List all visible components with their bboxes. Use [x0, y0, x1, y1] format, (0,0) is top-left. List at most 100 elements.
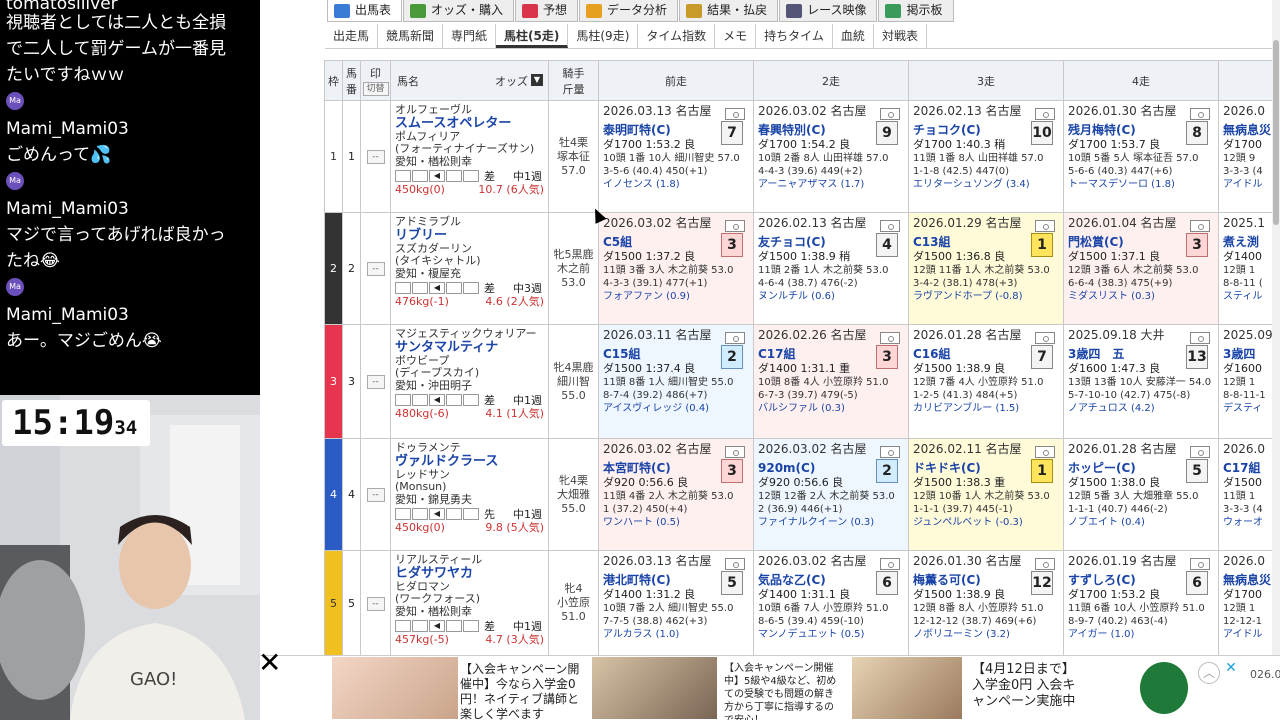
close-ad-icon[interactable]: ✕ [258, 649, 281, 677]
style-box[interactable] [395, 394, 411, 406]
jockey-name-link[interactable]: 木之前 [550, 262, 598, 276]
subtab-5[interactable]: タイム指数 [638, 24, 716, 48]
running-style-selector[interactable]: ◀ 先 中1週 [395, 507, 544, 521]
tab-chat[interactable]: 掲示板 [878, 0, 954, 22]
style-box[interactable] [446, 620, 462, 632]
ad-image-1[interactable] [332, 657, 458, 719]
race-video-icon[interactable] [725, 220, 745, 232]
race-video-icon[interactable] [1190, 446, 1210, 458]
past-race-winner[interactable]: フォアファン (0.9) [603, 290, 749, 303]
scrollbar-thumb[interactable] [1273, 40, 1279, 225]
past-race-cell[interactable]: 2026.03.02 名古屋 春興特別(C) 9 ダ1700 1:54.2 良 … [753, 100, 909, 213]
style-box[interactable] [446, 508, 462, 520]
past-race-winner[interactable]: マンノデュエット (0.5) [758, 628, 904, 641]
left-arrow-icon[interactable]: ◀ [429, 170, 445, 182]
style-box[interactable] [446, 282, 462, 294]
ad-image-2[interactable] [592, 657, 717, 719]
trainer-name[interactable]: 愛知・錦見勇夫 [395, 493, 544, 506]
jockey-name-link[interactable]: 細川智 [550, 375, 598, 389]
past-race-cell[interactable]: 2026.0 C17組 ダ1500 11頭 1 3-3-3 (4 ウォーオ [1218, 438, 1280, 551]
mark-toggle-button[interactable]: 切替 [362, 82, 389, 96]
subtab-2[interactable]: 専門紙 [443, 24, 497, 48]
ad-text-3[interactable]: 【4月12日まで】入学金0円 入会キャンペーン実施中 [972, 662, 1080, 710]
past-race-cell[interactable]: 2026.03.13 名古屋 港北町特(C) 5 ダ1400 1:31.2 良 … [598, 550, 754, 656]
past-race-winner[interactable]: ノアチュロス (4.2) [1068, 402, 1214, 415]
past-race-cell[interactable]: 2026.0 無病息災 ダ1700 12頭 9 3-3-3 (4 アイドル [1218, 100, 1280, 213]
subtab-3[interactable]: 馬柱(5走) [496, 24, 569, 48]
subtab-7[interactable]: 持ちタイム [756, 24, 833, 48]
race-video-icon[interactable] [1035, 446, 1055, 458]
ad-collapse-icon[interactable]: ︿ [1198, 662, 1220, 684]
trainer-name[interactable]: 愛知・楢松則幸 [395, 155, 544, 168]
past-race-cell[interactable]: 2026.01.29 名古屋 C13組 1 ダ1500 1:36.8 良 12頭… [908, 212, 1064, 325]
running-style-selector[interactable]: ◀ 差 中3週 [395, 281, 544, 295]
mark-select-button[interactable]: -- [366, 375, 385, 389]
past-race-cell[interactable]: 2026.01.28 名古屋 C16組 7 ダ1500 1:38.9 良 12頭… [908, 324, 1064, 439]
past-race-cell[interactable]: 2026.01.30 名古屋 梅薫る可(C) 12 ダ1500 1:38.9 良… [908, 550, 1064, 656]
past-race-cell[interactable]: 2025.09 3歳四 ダ1600 12頭 1 8-8-11-1 デスティ [1218, 324, 1280, 439]
horse-name-link[interactable]: ヒダサワヤカ [395, 566, 544, 581]
running-style-selector[interactable]: ◀ 差 中1週 [395, 393, 544, 407]
left-arrow-icon[interactable]: ◀ [429, 620, 445, 632]
race-video-icon[interactable] [725, 446, 745, 458]
race-video-icon[interactable] [880, 220, 900, 232]
race-video-icon[interactable] [1190, 332, 1210, 344]
ad-image-3[interactable] [852, 657, 962, 719]
style-box[interactable] [463, 620, 479, 632]
past-race-cell[interactable]: 2026.03.02 名古屋 本宮町特(C) 3 ダ920 0:56.6 良 1… [598, 438, 754, 551]
tab-video[interactable]: レース映像 [779, 0, 878, 22]
tab-coin[interactable]: 結果・払戻 [679, 0, 779, 22]
ad-text-2[interactable]: 【入会キャンペーン開催中】5級や4級など、初めての受験でも問題の解き方から丁寧に… [724, 662, 839, 720]
past-race-cell[interactable]: 2026.01.28 名古屋 ホッピー(C) 5 ダ1500 1:38.0 良 … [1063, 438, 1219, 551]
race-video-icon[interactable] [880, 446, 900, 458]
past-race-cell[interactable]: 2025.09.18 大井 3歳四 五 13 ダ1600 1:47.3 良 13… [1063, 324, 1219, 439]
jockey-name-link[interactable]: 塚本征 [550, 150, 598, 164]
subtab-6[interactable]: メモ [715, 24, 757, 48]
tab-table[interactable]: 出馬表 [327, 0, 403, 22]
subtab-0[interactable]: 出走馬 [325, 24, 379, 48]
past-race-cell[interactable]: 2026.01.04 名古屋 門松賞(C) 3 ダ1500 1:37.1 良 1… [1063, 212, 1219, 325]
mark-select-button[interactable]: -- [366, 150, 385, 164]
chat-avatar-icon[interactable]: Ma [6, 172, 24, 190]
subtab-4[interactable]: 馬柱(9走) [568, 24, 639, 48]
style-box[interactable] [446, 394, 462, 406]
past-race-winner[interactable]: ノブエイト (0.4) [1068, 516, 1214, 529]
style-box[interactable] [412, 170, 428, 182]
past-race-winner[interactable]: イノセンス (1.8) [603, 178, 749, 191]
past-race-winner[interactable]: トーマスデソーロ (1.8) [1068, 178, 1214, 191]
past-race-winner[interactable]: アイスヴィレッジ (0.4) [603, 402, 749, 415]
horse-name-link[interactable]: ヴァルドクラース [395, 454, 544, 469]
style-box[interactable] [395, 620, 411, 632]
past-race-winner[interactable]: ラヴアンドホープ (-0.8) [913, 290, 1059, 303]
past-race-winner[interactable]: ヌンルチル (0.6) [758, 290, 904, 303]
style-box[interactable] [395, 282, 411, 294]
race-video-icon[interactable] [725, 108, 745, 120]
past-race-cell[interactable]: 2025.1 煮え渕 ダ1400 12頭 1 8-8-11 ( スティル [1218, 212, 1280, 325]
mark-select-button[interactable]: -- [366, 262, 385, 276]
chat-username[interactable]: Mami_Mami03 [6, 196, 129, 222]
trainer-name[interactable]: 愛知・楢松則幸 [395, 605, 544, 618]
sort-dropdown-icon[interactable]: ▼ [531, 74, 543, 86]
trainer-name[interactable]: 愛知・榎屋充 [395, 267, 544, 280]
tab-chart[interactable]: データ分析 [579, 0, 679, 22]
past-race-winner[interactable]: カリビアンブルー (1.5) [913, 402, 1059, 415]
past-race-cell[interactable]: 2026.02.13 名古屋 チョコク(C) 10 ダ1700 1:40.3 稍… [908, 100, 1064, 213]
past-race-cell[interactable]: 2026.0 無病息災 ダ1700 12頭 1 12-12-1 アイドル [1218, 550, 1280, 656]
race-video-icon[interactable] [1035, 332, 1055, 344]
ad-text-1[interactable]: 【入会キャンペーン開催中】今なら入学金0円！ネイティブ講師と楽しく学べます [460, 662, 588, 720]
style-box[interactable] [395, 170, 411, 182]
style-box[interactable] [412, 394, 428, 406]
tab-odds[interactable]: オッズ・購入 [403, 0, 515, 22]
race-video-icon[interactable] [1035, 220, 1055, 232]
race-video-icon[interactable] [880, 332, 900, 344]
past-race-winner[interactable]: アーニャアザマス (1.7) [758, 178, 904, 191]
chat-username[interactable]: Mami_Mami03 [6, 116, 129, 142]
page-scrollbar[interactable] [1272, 0, 1280, 655]
running-style-selector[interactable]: ◀ 差 中1週 [395, 619, 544, 633]
race-video-icon[interactable] [1035, 108, 1055, 120]
past-race-winner[interactable]: ワンハート (0.5) [603, 516, 749, 529]
style-box[interactable] [463, 508, 479, 520]
race-video-icon[interactable] [725, 332, 745, 344]
style-box[interactable] [412, 282, 428, 294]
past-race-cell[interactable]: 2026.02.26 名古屋 C17組 3 ダ1400 1:31.1 重 10頭… [753, 324, 909, 439]
